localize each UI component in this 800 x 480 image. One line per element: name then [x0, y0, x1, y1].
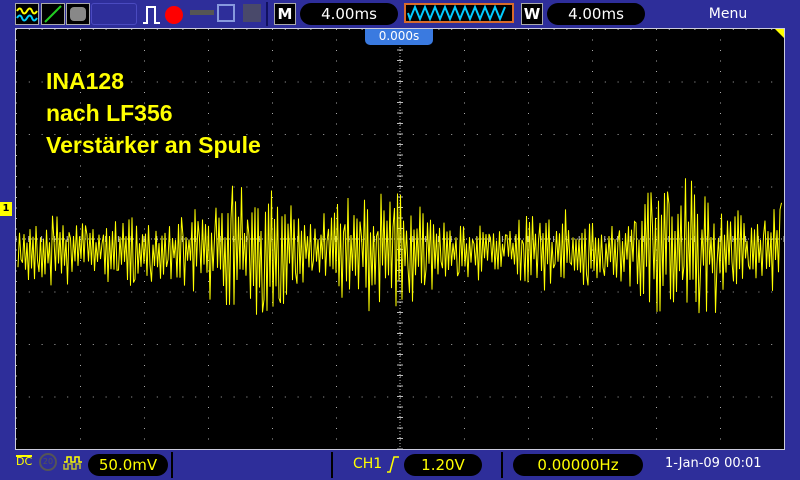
annotation-line: INA128 [46, 68, 124, 94]
rising-edge-icon [386, 455, 400, 477]
coupling-dc-icon: DC [16, 455, 33, 468]
ch1-scale[interactable]: 50.0mV [88, 454, 168, 476]
save-icon[interactable] [217, 4, 235, 22]
main-timebase-value[interactable]: 4.00ms [300, 3, 398, 25]
waveform-mode-icon[interactable] [15, 3, 39, 25]
annotation-text: INA128 nach LF356 Verstärker an Spule [46, 65, 261, 161]
trigger-level[interactable]: 1.20V [404, 454, 482, 476]
run-stop-icon[interactable] [165, 6, 183, 24]
window-timebase-value[interactable]: 4.00ms [547, 3, 645, 25]
trigger-position-marker[interactable]: 0.000s [365, 29, 433, 45]
annotation-line: nach LF356 [46, 100, 173, 126]
waveform-display: INA128 nach LF356 Verstärker an Spule 0.… [15, 28, 785, 450]
trigger-pulse-icon [142, 3, 162, 29]
menu-button[interactable]: Menu [690, 6, 766, 22]
date-time: 1-Jan-09 00:01 [665, 456, 762, 471]
invert-icon [63, 454, 83, 476]
ch1-ground-marker[interactable]: 1 [0, 202, 12, 216]
blank-indicator [91, 3, 137, 25]
annotation-line: Verstärker an Spule [46, 132, 261, 158]
persistence-icon[interactable] [66, 3, 90, 25]
ch1-trace [17, 178, 782, 315]
xy-mode-icon[interactable] [41, 3, 65, 25]
key-lock-icon [190, 10, 214, 15]
window-timebase-badge: W [521, 3, 543, 25]
bandwidth-limit-icon: 20 [39, 453, 57, 471]
frequency-counter: 0.00000Hz [513, 454, 643, 476]
trigger-source: CH1 [353, 456, 383, 472]
main-timebase-badge: M [274, 3, 296, 25]
trigger-marker [775, 29, 784, 38]
printer-icon [243, 4, 261, 22]
window-waveform-icon[interactable] [404, 3, 514, 23]
